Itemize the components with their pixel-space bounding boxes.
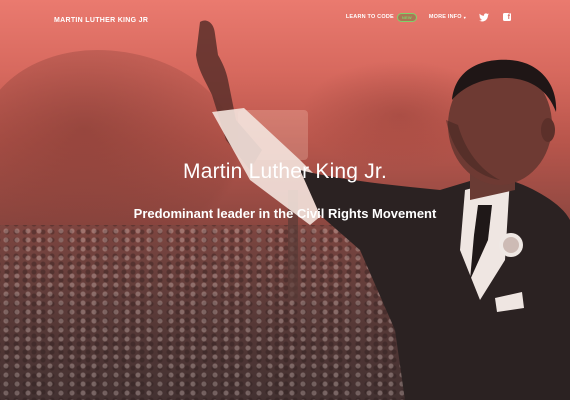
hero-portrait-image bbox=[196, 20, 570, 400]
hero-subtitle: Predominant leader in the Civil Rights M… bbox=[133, 206, 437, 221]
facebook-link[interactable]: f bbox=[502, 12, 512, 22]
twitter-link[interactable] bbox=[479, 12, 489, 22]
hero-title: Martin Luther King Jr. bbox=[183, 160, 387, 183]
twitter-icon bbox=[479, 12, 489, 21]
more-info-dropdown[interactable]: MORE INFO ▾ bbox=[429, 14, 466, 20]
site-brand-link[interactable]: MARTIN LUTHER KING JR bbox=[54, 17, 148, 24]
learn-to-code-label: LEARN TO CODE bbox=[345, 14, 394, 20]
top-navbar: MARTIN LUTHER KING JR LEARN TO CODE NEW … bbox=[0, 0, 570, 40]
new-badge: NEW bbox=[396, 12, 417, 22]
nav-links: LEARN TO CODE NEW MORE INFO ▾ f bbox=[346, 12, 512, 22]
learn-to-code-link[interactable]: LEARN TO CODE NEW bbox=[345, 12, 417, 22]
hero-section: MARTIN LUTHER KING JR LEARN TO CODE NEW … bbox=[0, 0, 570, 400]
facebook-icon: f bbox=[503, 13, 511, 21]
more-info-label: MORE INFO bbox=[428, 14, 462, 20]
chevron-down-icon: ▾ bbox=[463, 14, 466, 20]
